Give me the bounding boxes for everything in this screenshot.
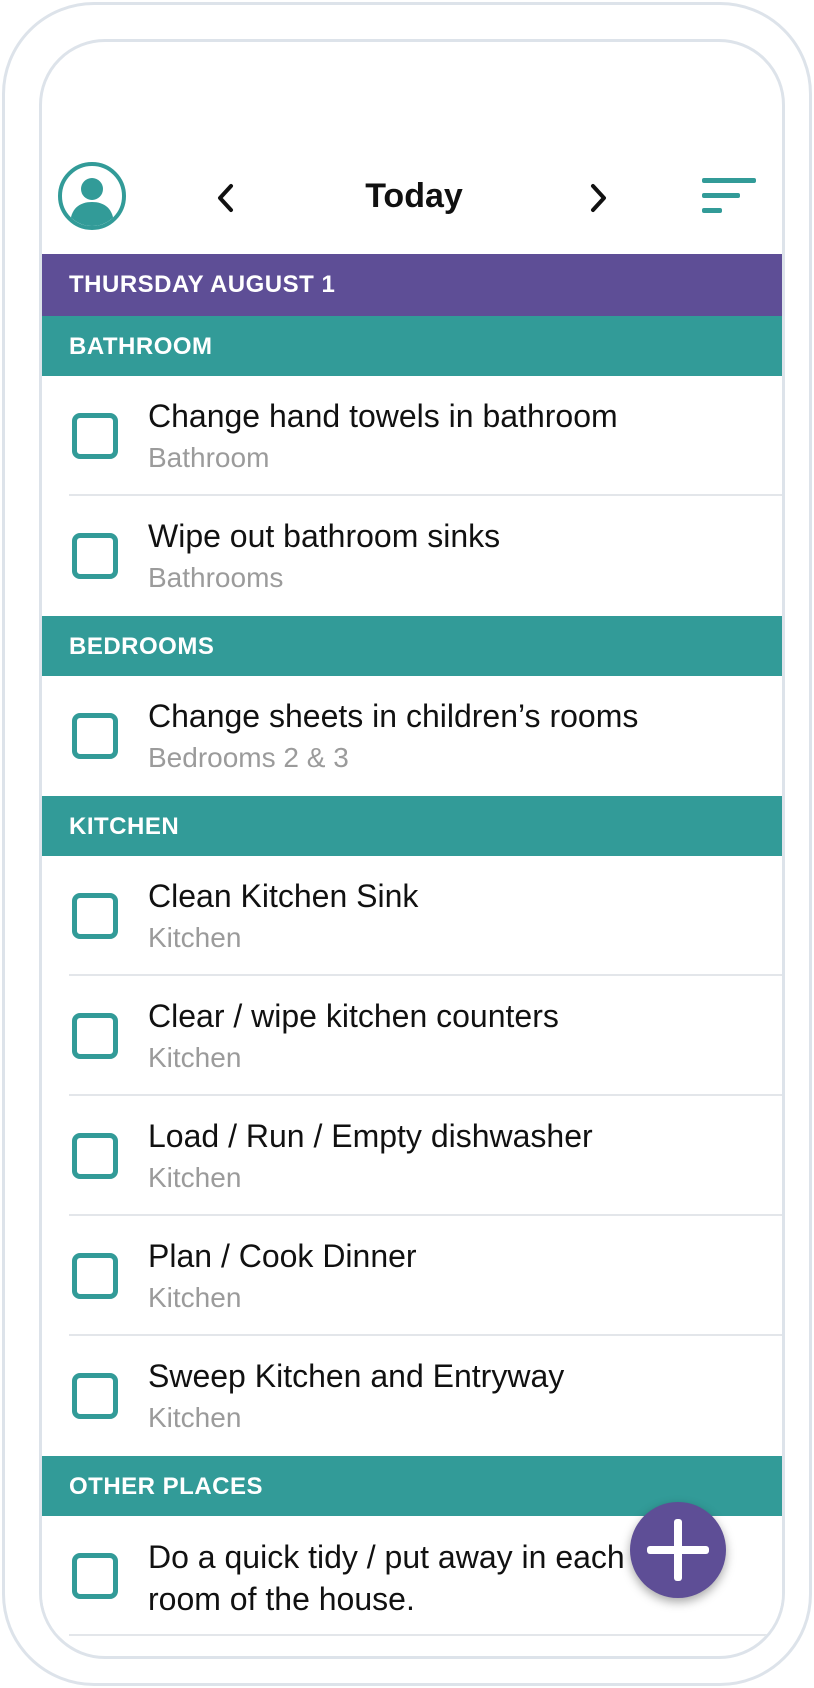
- sort-lines-icon[interactable]: [700, 176, 760, 218]
- task-row[interactable]: Clean Kitchen Sink Kitchen: [42, 856, 782, 976]
- task-title: Sweep Kitchen and Entryway: [148, 1358, 565, 1394]
- task-row[interactable]: Change sheets in children’s rooms Bedroo…: [42, 676, 782, 796]
- task-row[interactable]: Plan / Cook Dinner Kitchen: [42, 1216, 782, 1336]
- chevron-right-icon[interactable]: [578, 178, 618, 218]
- task-list: THURSDAY AUGUST 1 BATHROOM Change hand t…: [42, 254, 782, 1636]
- section-header-bedrooms: BEDROOMS: [42, 616, 782, 676]
- task-checkbox[interactable]: [72, 413, 118, 459]
- page-title: Today: [365, 177, 463, 215]
- task-location: Bathroom: [148, 442, 270, 473]
- task-row[interactable]: Wipe out bathroom sinks Bathrooms: [42, 496, 782, 616]
- task-checkbox[interactable]: [72, 893, 118, 939]
- divider: [69, 1634, 782, 1636]
- chevron-left-icon[interactable]: [206, 178, 246, 218]
- plus-icon: [647, 1519, 709, 1581]
- task-title: Do a quick tidy / put away in each room …: [148, 1539, 625, 1617]
- task-location: Kitchen: [148, 1042, 242, 1073]
- task-location: Kitchen: [148, 1162, 242, 1193]
- task-title: Change sheets in children’s rooms: [148, 698, 639, 734]
- task-title: Plan / Cook Dinner: [148, 1238, 417, 1274]
- app-screen: Today THURSDAY AUGUST 1 BATHROOM Change …: [39, 39, 785, 1659]
- task-checkbox[interactable]: [72, 1253, 118, 1299]
- task-checkbox[interactable]: [72, 1133, 118, 1179]
- task-row[interactable]: Load / Run / Empty dishwasher Kitchen: [42, 1096, 782, 1216]
- task-checkbox[interactable]: [72, 1013, 118, 1059]
- task-title: Change hand towels in bathroom: [148, 398, 618, 434]
- task-row[interactable]: Change hand towels in bathroom Bathroom: [42, 376, 782, 496]
- task-location: Bathrooms: [148, 562, 284, 593]
- task-location: Kitchen: [148, 922, 242, 953]
- user-avatar-icon[interactable]: [58, 162, 126, 230]
- task-checkbox[interactable]: [72, 1553, 118, 1599]
- task-checkbox[interactable]: [72, 533, 118, 579]
- task-location: Bedrooms 2 & 3: [148, 742, 349, 773]
- top-nav: Today: [42, 158, 782, 250]
- task-title: Load / Run / Empty dishwasher: [148, 1118, 593, 1154]
- task-title: Clear / wipe kitchen counters: [148, 998, 559, 1034]
- task-row[interactable]: Sweep Kitchen and Entryway Kitchen: [42, 1336, 782, 1456]
- task-location: Kitchen: [148, 1282, 242, 1313]
- section-header-bathroom: BATHROOM: [42, 316, 782, 376]
- device-frame: Today THURSDAY AUGUST 1 BATHROOM Change …: [2, 2, 812, 1686]
- add-task-button[interactable]: [630, 1502, 726, 1598]
- task-checkbox[interactable]: [72, 1373, 118, 1419]
- section-header-kitchen: KITCHEN: [42, 796, 782, 856]
- task-title: Clean Kitchen Sink: [148, 878, 419, 914]
- task-row[interactable]: Clear / wipe kitchen counters Kitchen: [42, 976, 782, 1096]
- date-header: THURSDAY AUGUST 1: [42, 254, 782, 316]
- task-title: Wipe out bathroom sinks: [148, 518, 501, 554]
- task-checkbox[interactable]: [72, 713, 118, 759]
- task-location: Kitchen: [148, 1402, 242, 1433]
